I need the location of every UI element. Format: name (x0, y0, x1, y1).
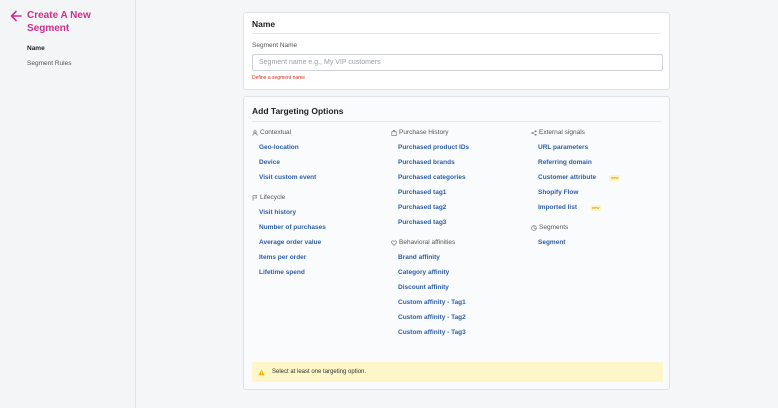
group-label: Behavioral affinities (399, 239, 456, 246)
option-segment[interactable]: Segment (538, 239, 565, 246)
group-behavioral-affinities: Behavioral affinities (391, 239, 455, 246)
option-items-per-order[interactable]: Items per order (259, 254, 306, 261)
segment-name-error: Define a segment name (252, 75, 306, 81)
group-label: External signals (539, 129, 585, 136)
warning-icon (258, 369, 265, 375)
option-purchased-tag2[interactable]: Purchased tag2 (398, 204, 446, 211)
segments-icon (531, 224, 537, 231)
option-purchased-brands[interactable]: Purchased brands (398, 159, 455, 166)
option-custom-affinity-tag3[interactable]: Custom affinity - Tag3 (398, 329, 466, 336)
option-referring-domain[interactable]: Referring domain (538, 159, 592, 166)
option-device[interactable]: Device (259, 159, 280, 166)
divider (252, 33, 661, 34)
share-icon (531, 129, 537, 136)
segment-name-input[interactable] (252, 54, 663, 71)
new-badge: new (609, 175, 621, 181)
group-contextual: Contextual (252, 129, 291, 136)
divider (252, 121, 661, 122)
option-lifetime-spend[interactable]: Lifetime spend (259, 269, 305, 276)
page-title: Create A New Segment (27, 10, 91, 34)
option-customer-attribute[interactable]: Customer attribute (538, 174, 596, 181)
option-imported-list[interactable]: Imported list (538, 204, 577, 211)
heart-icon (391, 240, 397, 246)
name-card-title: Name (252, 19, 276, 29)
group-external-signals: External signals (531, 129, 585, 136)
option-custom-affinity-tag1[interactable]: Custom affinity - Tag1 (398, 299, 466, 306)
bag-icon (391, 129, 397, 136)
option-average-order-value[interactable]: Average order value (259, 239, 321, 246)
option-visit-custom-event[interactable]: Visit custom event (259, 174, 316, 181)
group-label: Contextual (260, 129, 292, 136)
option-visit-history[interactable]: Visit history (259, 209, 296, 216)
name-card: Name Segment Name Define a segment name (243, 12, 670, 90)
group-purchase-history: Purchase History (391, 129, 449, 136)
group-segments: Segments (531, 224, 568, 231)
group-label: Purchase History (399, 129, 449, 136)
option-purchased-tag1[interactable]: Purchased tag1 (398, 189, 446, 196)
option-brand-affinity[interactable]: Brand affinity (398, 254, 440, 261)
group-lifecycle: Lifecycle (252, 194, 285, 201)
targeting-card-title: Add Targeting Options (252, 106, 344, 116)
option-shopify-flow[interactable]: Shopify Flow (538, 189, 578, 196)
group-label: Lifecycle (260, 194, 286, 201)
option-purchased-tag3[interactable]: Purchased tag3 (398, 219, 446, 226)
warning-banner: Select at least one targeting option. (252, 362, 663, 382)
back-arrow-icon[interactable] (9, 9, 23, 23)
option-purchased-categories[interactable]: Purchased categories (398, 174, 466, 181)
new-badge: new (590, 205, 602, 211)
person-icon (252, 129, 258, 136)
option-geo-location[interactable]: Geo-location (259, 144, 299, 151)
group-label: Segments (539, 224, 569, 231)
option-url-parameters[interactable]: URL parameters (538, 144, 588, 151)
warning-text: Select at least one targeting option. (272, 369, 367, 375)
option-number-of-purchases[interactable]: Number of purchases (259, 224, 326, 231)
option-category-affinity[interactable]: Category affinity (398, 269, 449, 276)
sidebar: Create A New Segment Name Segment Rules (0, 0, 136, 408)
segment-name-label: Segment Name (252, 42, 298, 49)
targeting-card: Add Targeting Options Contextual Geo-loc… (243, 96, 670, 390)
sidebar-item-segment-rules[interactable]: Segment Rules (27, 60, 71, 67)
option-purchased-product-ids[interactable]: Purchased product IDs (398, 144, 469, 151)
option-custom-affinity-tag2[interactable]: Custom affinity - Tag2 (398, 314, 466, 321)
flag-icon (252, 194, 258, 201)
option-discount-affinity[interactable]: Discount affinity (398, 284, 449, 291)
sidebar-item-name[interactable]: Name (27, 45, 45, 52)
